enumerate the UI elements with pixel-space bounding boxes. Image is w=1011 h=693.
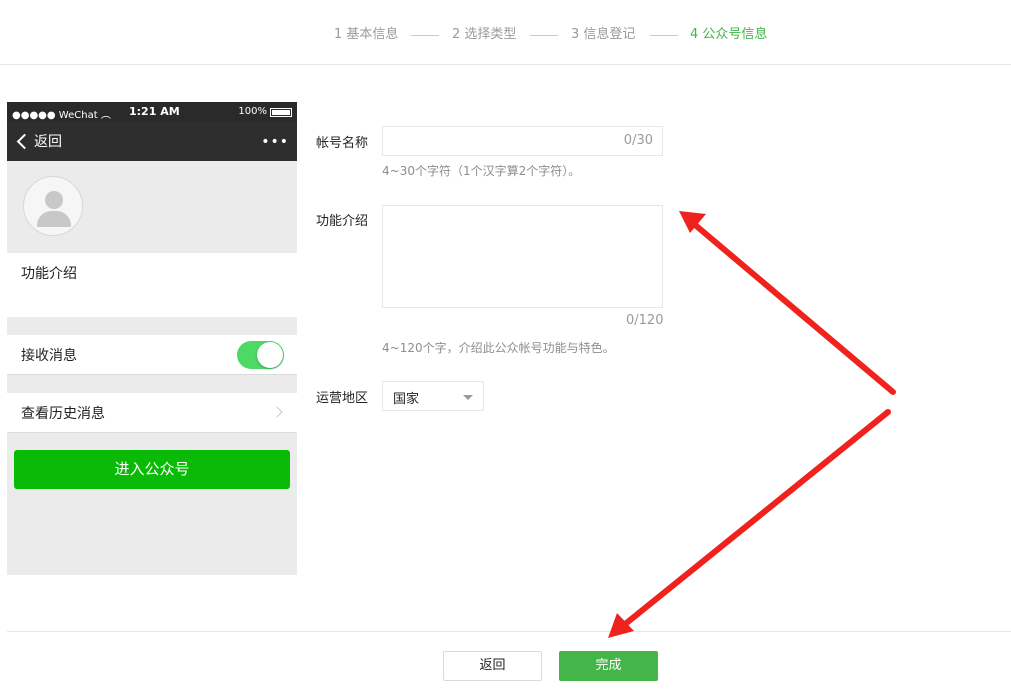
arrow-to-done — [608, 409, 891, 638]
arrow-shaft — [621, 409, 891, 628]
intro-counter: 0/120 — [626, 313, 664, 328]
history-messages-row: 查看历史消息 — [7, 393, 297, 433]
status-time: 1:21 AM — [129, 105, 180, 118]
phone-intro-section: 功能介绍 — [7, 253, 297, 317]
phone-back-label: 返回 — [34, 134, 62, 150]
carrier-signal: ●●●●● WeChat ︵ — [12, 106, 111, 121]
receive-messages-row: 接收消息 — [7, 335, 297, 375]
intro-label: 功能介绍 — [316, 214, 369, 229]
back-button[interactable]: 返回 — [443, 651, 542, 681]
step-divider — [530, 35, 558, 36]
wifi-icon: ︵ — [100, 110, 111, 121]
account-name-input[interactable]: 0/30 — [382, 126, 663, 156]
region-select[interactable]: 国家 — [382, 381, 484, 411]
intro-hint: 4~120个字，介绍此公众帐号功能与特色。 — [382, 341, 615, 355]
region-value: 国家 — [393, 392, 420, 407]
phone-preview: ●●●●● WeChat ︵ 1:21 AM 100% 返回 ••• 功能介绍 … — [7, 102, 297, 575]
step-4: 4 公众号信息 — [690, 27, 768, 42]
footer-divider — [7, 631, 1011, 632]
step-3: 3 信息登记 — [571, 27, 636, 42]
battery-percent: 100% — [238, 106, 267, 117]
arrow-head — [608, 613, 634, 638]
chevron-down-icon — [463, 395, 473, 400]
profile-header — [7, 161, 297, 253]
account-name-label: 帐号名称 — [316, 136, 369, 151]
step-indicator: 1 基本信息 2 选择类型 3 信息登记 4 公众号信息 — [0, 0, 1011, 65]
account-name-counter: 0/30 — [623, 133, 653, 148]
avatar — [23, 176, 83, 236]
done-button[interactable]: 完成 — [559, 651, 658, 681]
phone-nav-bar: 返回 ••• — [7, 122, 297, 161]
enter-account-button: 进入公众号 — [14, 450, 290, 489]
arrow-shaft — [691, 221, 896, 395]
phone-back-button: 返回 — [15, 131, 62, 151]
arrow-to-intro — [679, 211, 896, 395]
account-name-hint: 4~30个字符（1个汉字算2个字符）。 — [382, 164, 581, 178]
receive-messages-toggle — [237, 341, 284, 369]
more-icon: ••• — [261, 134, 289, 150]
step-1: 1 基本信息 — [334, 27, 399, 42]
carrier-text: ●●●●● WeChat — [12, 110, 98, 121]
status-bar: ●●●●● WeChat ︵ 1:21 AM 100% — [7, 102, 297, 122]
chevron-right-icon — [271, 406, 283, 418]
arrow-head — [679, 211, 706, 233]
region-label: 运营地区 — [316, 391, 369, 406]
intro-textarea[interactable] — [382, 205, 663, 308]
phone-intro-label: 功能介绍 — [21, 266, 77, 282]
step-divider — [411, 35, 439, 36]
avatar-body-shape — [37, 211, 71, 227]
toggle-knob — [257, 342, 283, 368]
receive-messages-label: 接收消息 — [21, 348, 77, 364]
chevron-left-icon — [16, 133, 33, 149]
step-2: 2 选择类型 — [452, 27, 517, 42]
step-divider — [650, 35, 678, 36]
battery-icon — [270, 108, 292, 117]
avatar-head-shape — [45, 191, 63, 209]
history-messages-label: 查看历史消息 — [21, 406, 105, 422]
